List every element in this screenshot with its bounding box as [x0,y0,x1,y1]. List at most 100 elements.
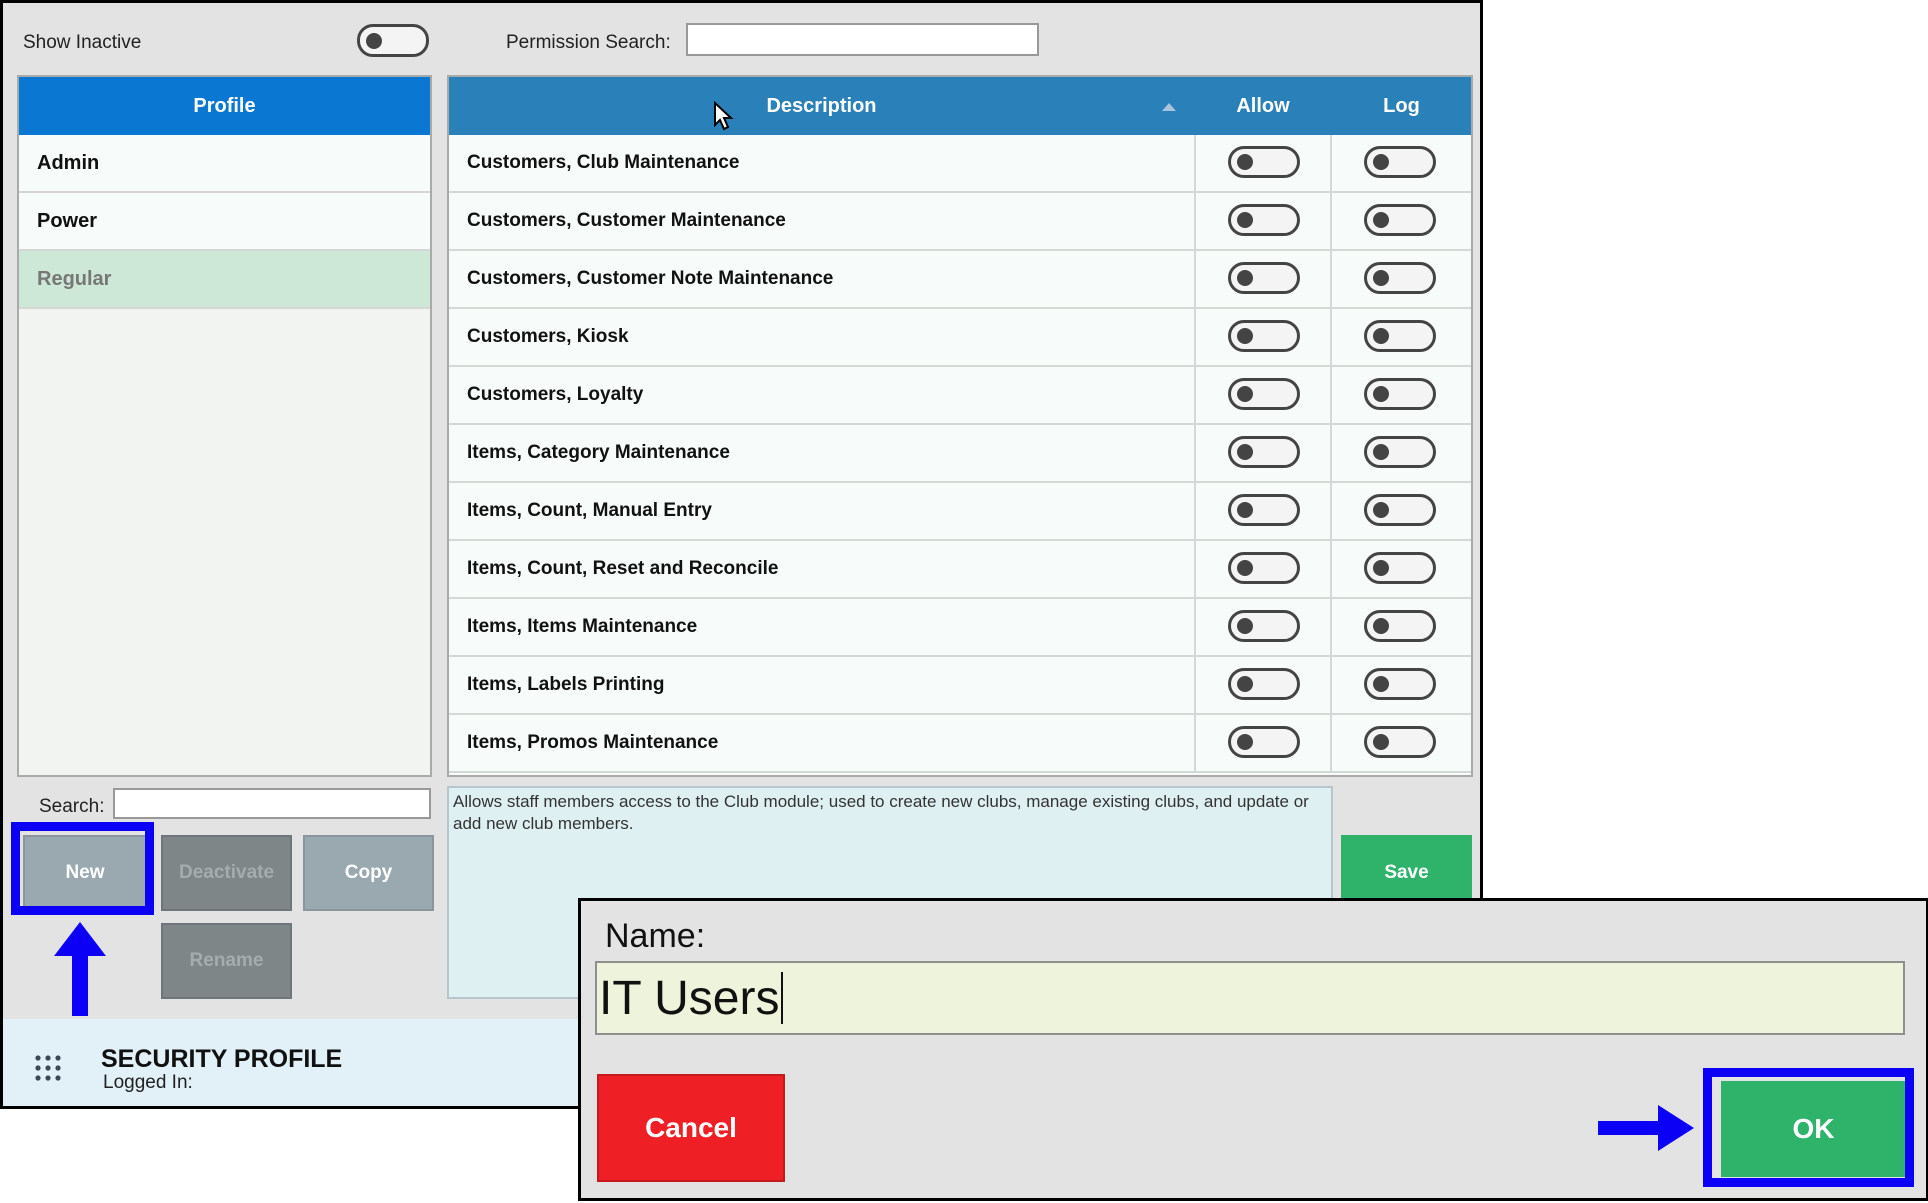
allow-toggle[interactable] [1228,552,1300,584]
permission-row[interactable]: Customers, Kiosk [449,309,1471,367]
log-toggle[interactable] [1364,668,1436,700]
allow-toggle[interactable] [1228,378,1300,410]
permission-table-header: Description Allow Log [449,77,1471,135]
permission-row[interactable]: Items, Items Maintenance [449,599,1471,657]
deactivate-button[interactable]: Deactivate [161,835,292,911]
log-cell [1332,193,1471,249]
profile-column-header[interactable]: Profile [19,77,430,135]
allow-cell [1194,715,1332,771]
allow-cell [1194,599,1332,655]
description-column-header[interactable]: Description [449,77,1194,135]
allow-cell [1194,425,1332,481]
arrow-right-icon [1598,1105,1694,1151]
log-toggle[interactable] [1364,146,1436,178]
allow-toggle[interactable] [1228,262,1300,294]
name-input-value: IT Users [599,971,780,1025]
log-cell [1332,135,1471,191]
rename-button[interactable]: Rename [161,923,292,999]
permission-description-cell: Items, Promos Maintenance [467,732,719,753]
permission-row[interactable]: Items, Promos Maintenance [449,715,1471,773]
permission-description-cell: Items, Count, Reset and Reconcile [467,558,779,579]
arrow-up-icon [54,922,106,1016]
permission-description-cell: Items, Labels Printing [467,674,665,695]
log-toggle[interactable] [1364,494,1436,526]
allow-toggle[interactable] [1228,726,1300,758]
log-cell [1332,367,1471,423]
log-toggle[interactable] [1364,726,1436,758]
allow-column-header[interactable]: Allow [1194,77,1332,135]
allow-cell [1194,541,1332,597]
permission-description-cell: Customers, Customer Note Maintenance [467,268,834,289]
permission-description-cell: Items, Items Maintenance [467,616,698,637]
allow-toggle[interactable] [1228,204,1300,236]
new-button-highlight [11,822,154,915]
text-caret [781,972,784,1024]
permission-row[interactable]: Items, Count, Reset and Reconcile [449,541,1471,599]
allow-cell [1194,135,1332,191]
permission-row[interactable]: Customers, Customer Note Maintenance [449,251,1471,309]
log-cell [1332,251,1471,307]
cancel-button[interactable]: Cancel [597,1074,785,1182]
permission-row[interactable]: Items, Category Maintenance [449,425,1471,483]
allow-toggle[interactable] [1228,146,1300,178]
allow-toggle[interactable] [1228,668,1300,700]
profile-search-label: Search: [39,796,105,817]
log-toggle[interactable] [1364,378,1436,410]
log-cell [1332,425,1471,481]
ok-button-highlight [1703,1068,1914,1187]
allow-toggle[interactable] [1228,436,1300,468]
show-inactive-toggle[interactable] [357,24,429,57]
logged-in-label: Logged In: [103,1072,193,1093]
permission-description-cell: Customers, Kiosk [467,326,629,347]
allow-cell [1194,657,1332,713]
log-cell [1332,657,1471,713]
allow-cell [1194,251,1332,307]
log-column-header[interactable]: Log [1332,77,1471,135]
allow-cell [1194,309,1332,365]
log-cell [1332,715,1471,771]
allow-toggle[interactable] [1228,610,1300,642]
permission-description-cell: Customers, Loyalty [467,384,644,405]
allow-cell [1194,483,1332,539]
permission-row[interactable]: Items, Labels Printing [449,657,1471,715]
permission-table: Description Allow Log Customers, Club Ma… [447,75,1473,777]
permission-rows: Customers, Club Maintenance Customers, Cu… [449,135,1471,773]
log-cell [1332,541,1471,597]
log-toggle[interactable] [1364,436,1436,468]
log-toggle[interactable] [1364,552,1436,584]
log-cell [1332,483,1471,539]
profile-rows: Admin Power Regular [19,135,430,309]
log-toggle[interactable] [1364,320,1436,352]
profile-row[interactable]: Admin [19,135,430,193]
log-cell [1332,309,1471,365]
permission-row[interactable]: Customers, Loyalty [449,367,1471,425]
permission-row[interactable]: Items, Count, Manual Entry [449,483,1471,541]
name-label: Name: [605,917,706,955]
allow-cell [1194,367,1332,423]
footer-title: SECURITY PROFILE [101,1045,343,1073]
permission-row[interactable]: Customers, Customer Maintenance [449,193,1471,251]
copy-button[interactable]: Copy [303,835,434,911]
log-toggle[interactable] [1364,262,1436,294]
allow-toggle[interactable] [1228,494,1300,526]
mouse-pointer-icon [714,101,734,131]
grid-dots-icon[interactable] [35,1055,61,1081]
permission-search-input[interactable] [686,23,1039,56]
permission-description-cell: Customers, Customer Maintenance [467,210,786,231]
profile-row[interactable]: Regular [19,251,430,309]
allow-toggle[interactable] [1228,320,1300,352]
permission-row[interactable]: Customers, Club Maintenance [449,135,1471,193]
profile-list: Profile Admin Power Regular [17,75,432,777]
show-inactive-label: Show Inactive [23,32,142,53]
profile-search-input[interactable] [113,788,431,819]
log-toggle[interactable] [1364,610,1436,642]
permission-description-cell: Customers, Club Maintenance [467,152,740,173]
log-toggle[interactable] [1364,204,1436,236]
permission-description-cell: Items, Category Maintenance [467,442,730,463]
log-cell [1332,599,1471,655]
allow-cell [1194,193,1332,249]
name-input[interactable]: IT Users [595,961,1905,1035]
profile-row[interactable]: Power [19,193,430,251]
sort-ascending-icon [1162,103,1176,111]
permission-search-label: Permission Search: [506,32,671,53]
